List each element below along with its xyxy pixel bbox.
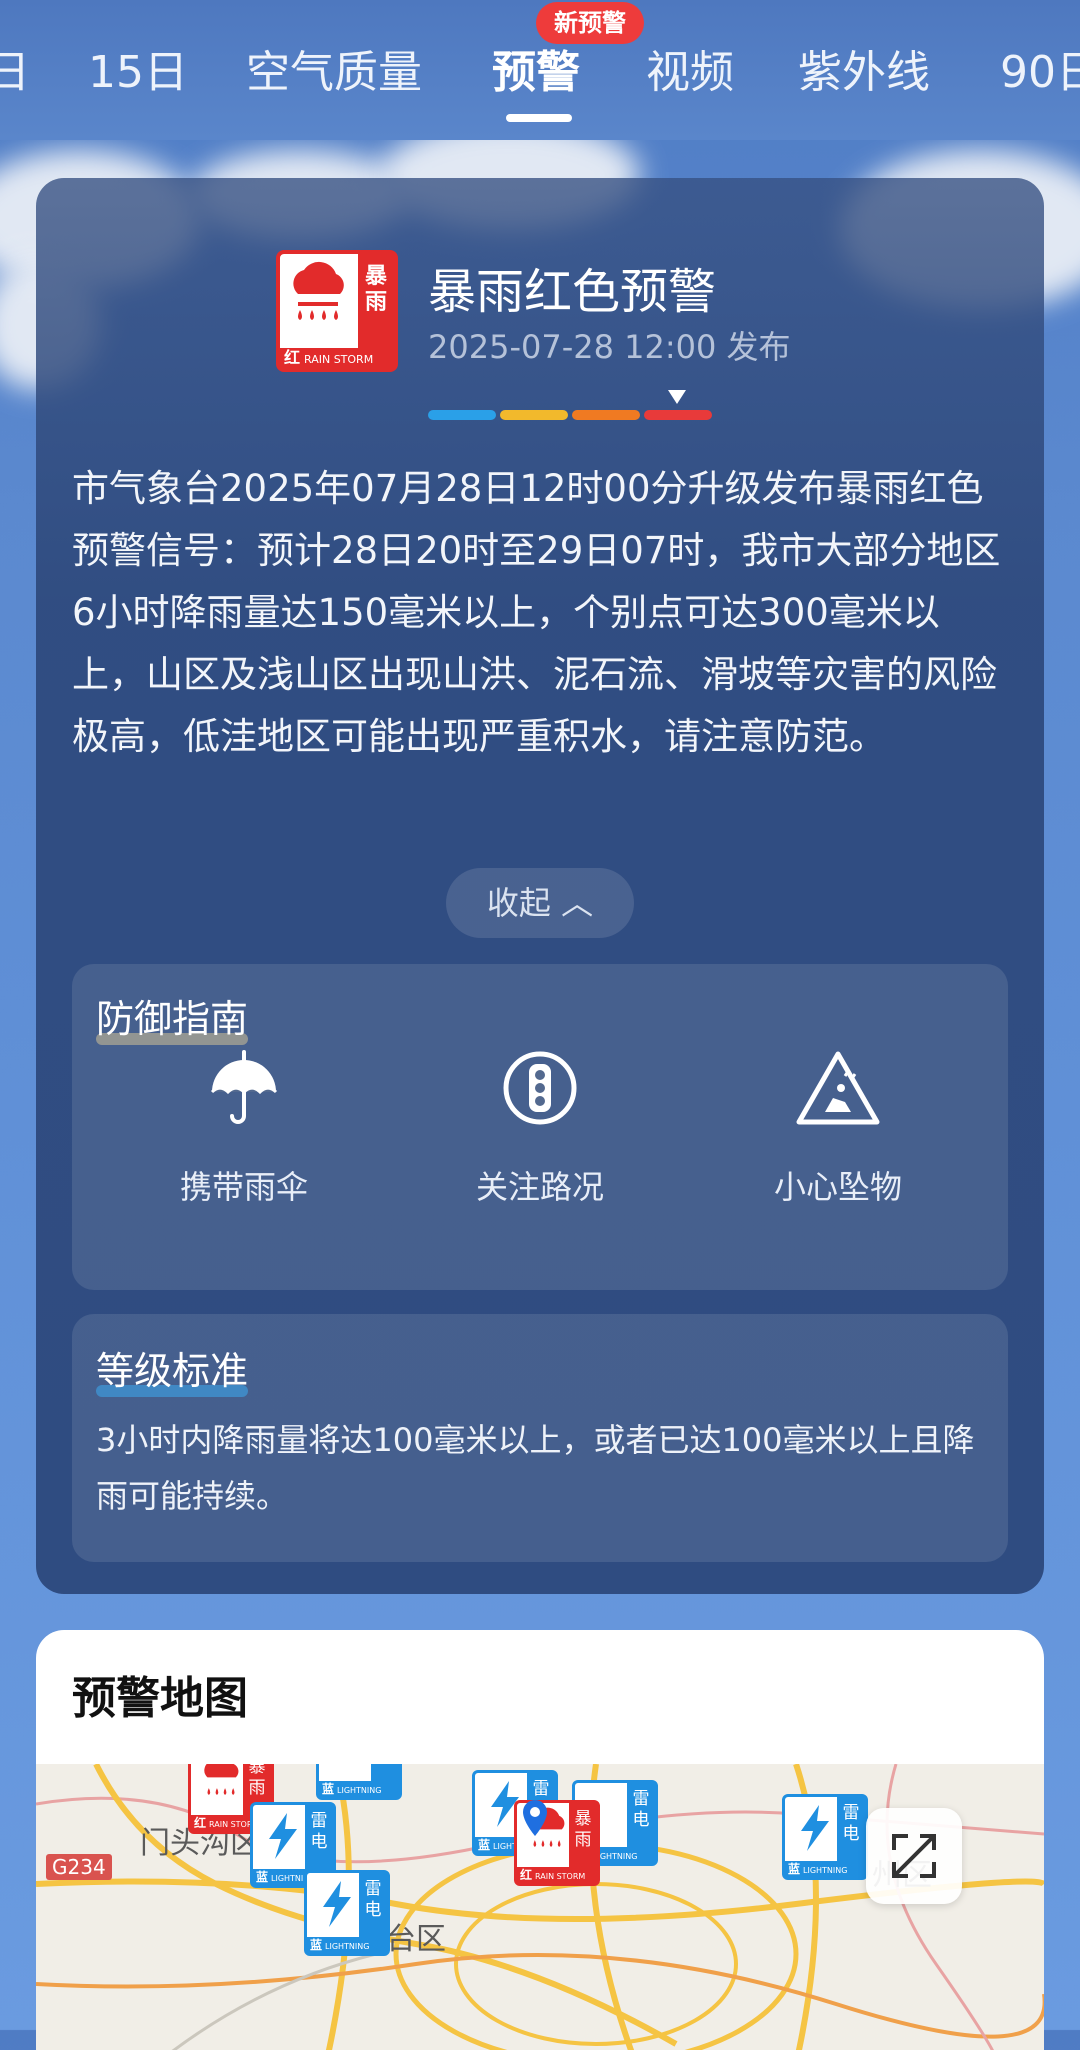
falling-objects-icon: [796, 1051, 880, 1125]
marker-side-text: 雷: [632, 1789, 650, 1809]
location-pin-icon: [523, 1800, 547, 1836]
marker-en-text: RAIN STORM: [535, 1872, 586, 1881]
marker-level-char: 红: [519, 1868, 532, 1882]
expand-icon: [892, 1834, 936, 1878]
marker-side-text: 雨: [574, 1830, 592, 1850]
defense-guide-title-text: 防御指南: [96, 997, 249, 1041]
warning-issue-time: 2025-07-28 12:00 发布: [428, 328, 791, 366]
umbrella-icon: [210, 1050, 278, 1124]
marker-side-text: 电: [364, 1900, 382, 1920]
current-level-marker: [668, 390, 686, 404]
guide-item-traffic: 关注路况: [420, 1048, 660, 1208]
map-marker-lightning[interactable]: 雷电 蓝LIGHTNING: [316, 1764, 402, 1800]
guide-item-label: 携带雨伞: [179, 1168, 308, 1206]
defense-guide-title: 防御指南: [96, 988, 249, 1045]
marker-en-text: LIGHTNING: [337, 1786, 382, 1795]
warning-map-title: 预警地图: [72, 1673, 248, 1724]
level-segment: [500, 410, 568, 420]
guide-item-label: 小心坠物: [773, 1168, 902, 1206]
icon-side-text-2: 雨: [364, 290, 387, 315]
icon-level-char: 红: [283, 348, 300, 367]
tab-daily[interactable]: 日: [0, 36, 30, 100]
marker-en-text: LIGHTNING: [325, 1942, 370, 1951]
guide-item-label: 关注路况: [475, 1168, 604, 1206]
traffic-light-icon: [503, 1051, 577, 1125]
level-standard-title-text: 等级标准: [96, 1349, 249, 1393]
marker-side-text: 雷: [842, 1803, 860, 1823]
road-label-g234: G234: [46, 1854, 112, 1880]
tab-air-quality[interactable]: 空气质量: [246, 36, 422, 100]
guide-item-falling: 小心坠物: [718, 1048, 958, 1208]
level-segment: [428, 410, 496, 420]
marker-side-text: 电: [310, 1832, 328, 1852]
lightning-icon: [269, 1813, 297, 1859]
icon-en-text: RAIN STORM: [304, 353, 374, 366]
marker-level-char: 蓝: [787, 1862, 800, 1876]
marker-level-char: 蓝: [321, 1782, 334, 1796]
tab-video[interactable]: 视频: [646, 36, 734, 100]
marker-side-text: 雷: [532, 1779, 550, 1799]
marker-en-text: LIGHTNING: [803, 1866, 848, 1875]
marker-side-text: 雷: [364, 1879, 382, 1899]
level-standard-section: 等级标准 3小时内降雨量将达100毫米以上，或者已达100毫米以上且降雨可能持续…: [72, 1314, 1008, 1562]
warning-title: 暴雨红色预警: [428, 264, 717, 320]
level-segment: [644, 410, 712, 420]
tab-15-day[interactable]: 15日: [88, 36, 188, 100]
marker-side-text: 电: [842, 1824, 860, 1844]
tab-warning[interactable]: 预警: [492, 36, 580, 100]
marker-side-text: 雷: [310, 1811, 328, 1831]
level-standard-title: 等级标准: [96, 1340, 249, 1397]
warning-map[interactable]: G234 门头沟区 丰台区 州区 暴雨 红RAIN STORM 雷电 蓝LIGH…: [36, 1764, 1044, 2050]
new-warning-badge: 新预警: [536, 2, 644, 44]
map-expand-button[interactable]: [866, 1808, 962, 1904]
lightning-icon: [323, 1881, 351, 1927]
lightning-icon: [801, 1805, 829, 1851]
tab-bar: 日 15日 空气质量 预警 视频 紫外线 90日 新预警: [0, 0, 1080, 140]
collapse-button[interactable]: 收起 ︿: [446, 868, 634, 938]
marker-level-char: 蓝: [255, 1870, 268, 1884]
marker-level-char: 蓝: [309, 1938, 322, 1952]
marker-side-text: 电: [632, 1810, 650, 1830]
defense-guide-section: 防御指南 携带雨伞 关注路况 小心坠物: [72, 964, 1008, 1290]
tab-90-day[interactable]: 90日: [1000, 36, 1080, 100]
active-tab-indicator: [506, 114, 572, 122]
tab-uv[interactable]: 紫外线: [798, 36, 930, 100]
rainstorm-warning-icon: 暴雨 红 RAIN STORM: [276, 250, 398, 372]
marker-side-text: 暴: [574, 1809, 592, 1829]
warning-description: 市气象台2025年07月28日12时00分升级发布暴雨红色预警信号：预计28日2…: [72, 467, 1001, 758]
map-marker-lightning[interactable]: 雷电 蓝LIGHTNING: [782, 1794, 868, 1880]
marker-side-text: 雨: [248, 1778, 266, 1798]
marker-level-char: 蓝: [477, 1838, 490, 1852]
map-marker-lightning[interactable]: 雷电 蓝LIGHTNING: [304, 1870, 390, 1956]
level-standard-text: 3小时内降雨量将达100毫米以上，或者已达100毫米以上且降雨可能持续。: [96, 1421, 975, 1515]
marker-side-text: 暴: [248, 1764, 266, 1777]
marker-level-char: 红: [193, 1816, 206, 1830]
level-segment: [572, 410, 640, 420]
icon-side-text-1: 暴: [364, 264, 387, 289]
guide-item-umbrella: 携带雨伞: [124, 1048, 364, 1208]
